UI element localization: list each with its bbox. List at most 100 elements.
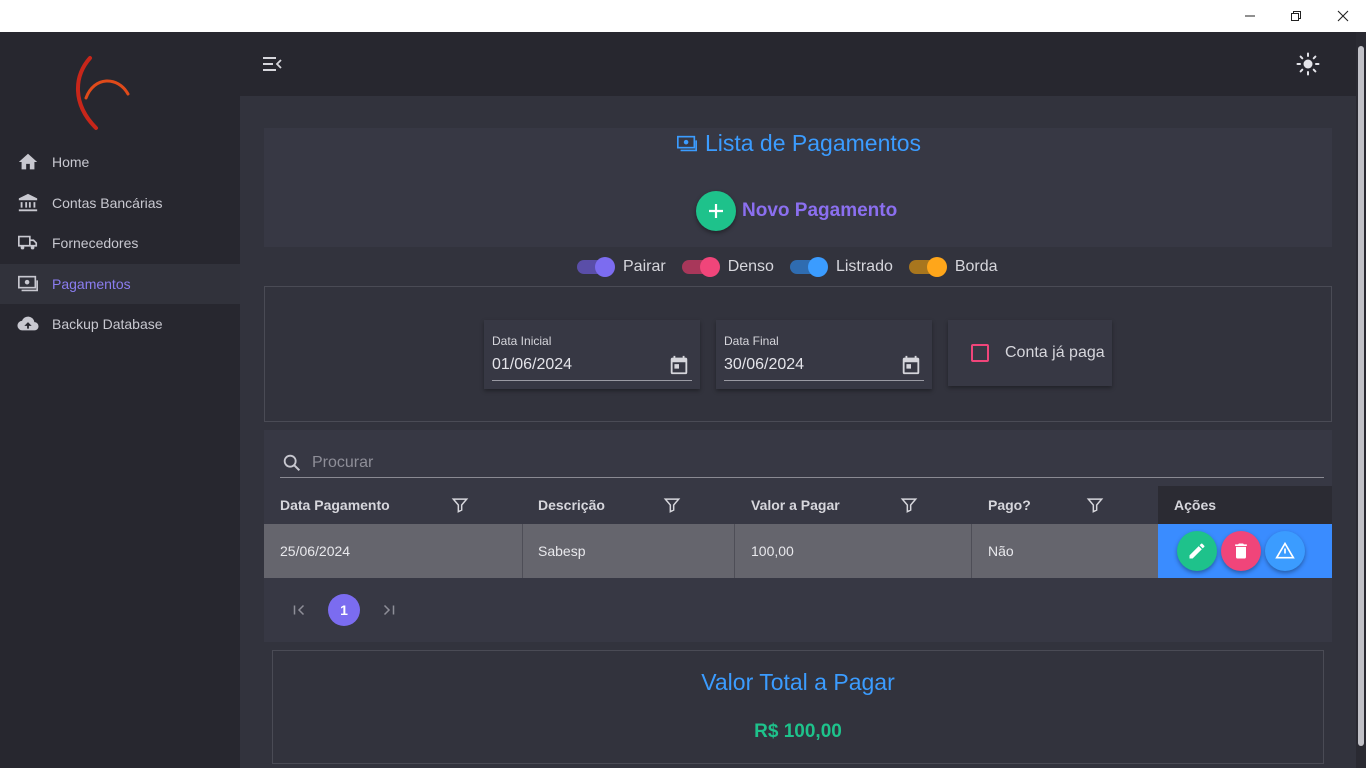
toggle-track (577, 257, 615, 277)
toggle-knob (807, 257, 828, 277)
delete-button[interactable] (1221, 531, 1261, 571)
cell-paid: Não (988, 543, 1014, 559)
add-icon (696, 191, 736, 231)
toggle-denso[interactable]: Denso (681, 257, 774, 277)
sidebar-item-backup-database[interactable]: Backup Database (0, 304, 240, 345)
restore-icon (1291, 11, 1301, 21)
sidebar-item-label: Contas Bancárias (52, 194, 163, 211)
column-header-label: Ações (1174, 497, 1217, 513)
minimize-icon (1245, 15, 1255, 17)
end-date-field[interactable]: Data Final 30/06/2024 (716, 320, 932, 389)
cash-icon (675, 133, 699, 155)
column-header-description[interactable]: Descrição (522, 486, 734, 524)
total-card: Valor Total a Pagar R$ 100,00 (272, 650, 1324, 764)
start-date-value[interactable]: 01/06/2024 (492, 356, 572, 374)
pagination: 1 (284, 594, 404, 626)
toggle-label: Borda (954, 258, 998, 275)
paid-checkbox[interactable] (971, 344, 989, 362)
column-header-amount[interactable]: Valor a Pagar (734, 486, 971, 524)
filter-icon[interactable] (662, 495, 682, 515)
cell-actions (1158, 524, 1332, 578)
edit-button[interactable] (1177, 531, 1217, 571)
filter-icon[interactable] (1085, 495, 1105, 515)
search-icon (280, 451, 304, 475)
start-date-label: Data Inicial (492, 334, 552, 348)
sidebar-item-label: Home (52, 154, 90, 171)
sidebar-item-label: Fornecedores (52, 235, 139, 252)
column-header-actions: Ações (1158, 486, 1332, 524)
toggle-label: Denso (727, 258, 774, 275)
column-header-label: Pago? (988, 497, 1031, 513)
toggle-listrado[interactable]: Listrado (789, 257, 893, 277)
table-options-toggles: Pairar Denso Listrado Borda (577, 256, 1014, 278)
filter-icon[interactable] (899, 495, 919, 515)
toggle-track (908, 257, 947, 277)
toggle-knob (595, 257, 615, 277)
cell-date: 25/06/2024 (264, 524, 523, 578)
total-value: R$ 100,00 (754, 721, 842, 742)
first-page-icon (293, 604, 305, 616)
alert-icon (1275, 541, 1295, 559)
toggle-label: Listrado (835, 258, 893, 275)
cash-icon (16, 272, 40, 296)
last-page-button[interactable] (374, 595, 404, 625)
start-date-field[interactable]: Data Inicial 01/06/2024 (484, 320, 700, 389)
table-row[interactable]: 25/06/2024 Sabesp 100,00 Não (264, 524, 1332, 578)
sidebar-nav: Home Contas Bancárias Fornecedores Pagam… (0, 142, 240, 345)
filter-icon[interactable] (450, 495, 470, 515)
minimize-button[interactable] (1227, 0, 1273, 32)
search-bar (280, 448, 1324, 478)
column-header-label: Valor a Pagar (751, 497, 840, 513)
menu-collapse-button[interactable] (260, 52, 284, 76)
theme-toggle-button[interactable] (1296, 52, 1320, 76)
sidebar-item-fornecedores[interactable]: Fornecedores (0, 223, 240, 264)
payments-table-card: Data Pagamento Descrição Valor a Pagar P… (264, 430, 1332, 642)
search-input[interactable] (312, 453, 1212, 472)
paid-checkbox-label: Conta já paga (1005, 344, 1105, 361)
sidebar: Home Contas Bancárias Fornecedores Pagam… (0, 32, 240, 768)
sidebar-item-home[interactable]: Home (0, 142, 240, 183)
sun-icon (1296, 52, 1320, 76)
first-page-button[interactable] (284, 595, 314, 625)
app-logo (76, 56, 130, 130)
scrollbar-thumb[interactable] (1358, 46, 1364, 746)
end-date-label: Data Final (724, 334, 779, 348)
column-header-label: Descrição (538, 497, 605, 513)
calendar-icon[interactable] (668, 354, 690, 376)
truck-icon (16, 231, 40, 255)
new-payment-label: Novo Pagamento (742, 200, 898, 221)
toggle-borda[interactable]: Borda (908, 257, 998, 277)
calendar-icon[interactable] (900, 354, 922, 376)
close-button[interactable] (1320, 0, 1366, 32)
cell-description: Sabesp (523, 524, 735, 578)
cell-amount: 100,00 (735, 524, 972, 578)
column-header-label: Data Pagamento (280, 497, 390, 513)
page-button-current[interactable]: 1 (328, 594, 360, 626)
sidebar-item-label: Backup Database (52, 316, 163, 333)
paid-checkbox-field[interactable]: Conta já paga (948, 320, 1112, 386)
sidebar-item-contas-bancarias[interactable]: Contas Bancárias (0, 183, 240, 224)
new-payment-button[interactable]: Novo Pagamento (696, 191, 897, 231)
total-title: Valor Total a Pagar (701, 669, 895, 695)
home-icon (16, 150, 40, 174)
alert-button[interactable] (1265, 531, 1305, 571)
top-bar (240, 32, 1356, 96)
sidebar-item-pagamentos[interactable]: Pagamentos (0, 263, 240, 304)
table-header: Data Pagamento Descrição Valor a Pagar P… (264, 486, 1332, 524)
field-underline (492, 380, 692, 381)
column-header-paid[interactable]: Pago? (971, 486, 1158, 524)
header-card: Lista de Pagamentos Novo Pagamento (264, 128, 1332, 247)
end-date-value[interactable]: 30/06/2024 (724, 356, 804, 374)
vertical-scrollbar[interactable] (1356, 32, 1366, 768)
toggle-track (789, 257, 828, 277)
toggle-track (681, 257, 720, 277)
page-title: Lista de Pagamentos (264, 130, 1332, 157)
filter-card: Data Inicial 01/06/2024 Data Final 30/06… (264, 286, 1332, 422)
toggle-pairar[interactable]: Pairar (577, 257, 666, 277)
sidebar-item-label: Pagamentos (52, 275, 131, 292)
column-header-date[interactable]: Data Pagamento (264, 486, 522, 524)
field-underline (724, 380, 924, 381)
edit-icon (1189, 543, 1205, 559)
restore-button[interactable] (1273, 0, 1319, 32)
menu-collapse-icon (263, 57, 282, 71)
